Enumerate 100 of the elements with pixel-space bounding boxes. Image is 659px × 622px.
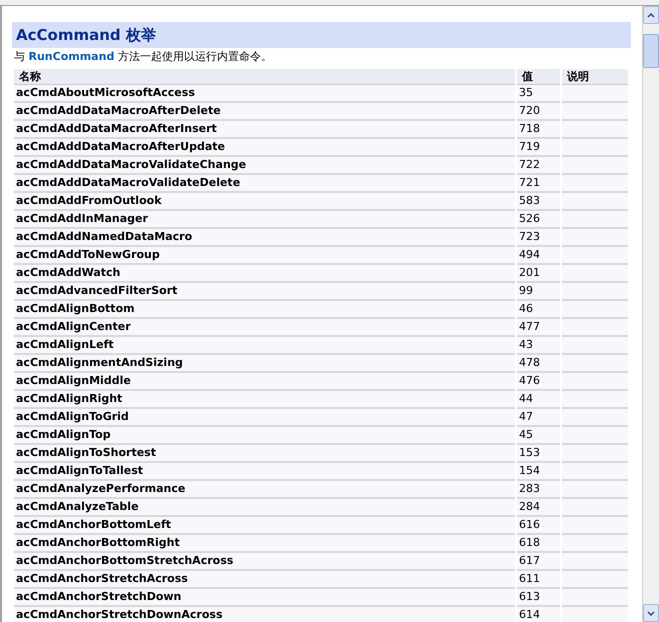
table-cell: 478 bbox=[517, 355, 560, 373]
table-cell: 721 bbox=[517, 175, 560, 193]
table-cell: 526 bbox=[517, 211, 560, 229]
table-cell: acCmdAddWatch bbox=[14, 265, 515, 283]
table-cell bbox=[562, 283, 628, 301]
table-cell: acCmdAnalyzePerformance bbox=[14, 481, 515, 499]
table-cell bbox=[562, 121, 628, 139]
table-cell bbox=[562, 229, 628, 247]
table-cell: acCmdAlignToGrid bbox=[14, 409, 515, 427]
table-cell: 613 bbox=[517, 589, 560, 607]
table-cell: 611 bbox=[517, 571, 560, 589]
table-cell: 46 bbox=[517, 301, 560, 319]
table-cell: acCmdAlignRight bbox=[14, 391, 515, 409]
table-cell: 45 bbox=[517, 427, 560, 445]
table-cell bbox=[562, 481, 628, 499]
table-cell: 616 bbox=[517, 517, 560, 535]
table-cell: acCmdAddDataMacroAfterDelete bbox=[14, 103, 515, 121]
table-cell bbox=[562, 391, 628, 409]
table-cell: acCmdAlignMiddle bbox=[14, 373, 515, 391]
table-cell bbox=[562, 571, 628, 589]
table-cell bbox=[562, 517, 628, 535]
table-cell bbox=[562, 301, 628, 319]
table-cell: 618 bbox=[517, 535, 560, 553]
column-header: 名称 bbox=[14, 69, 515, 85]
table-cell bbox=[562, 589, 628, 607]
table-cell: acCmdAnchorBottomRight bbox=[14, 535, 515, 553]
table-cell: acCmdAddDataMacroAfterUpdate bbox=[14, 139, 515, 157]
table-cell: 153 bbox=[517, 445, 560, 463]
table-cell: acCmdAnchorStretchDown bbox=[14, 589, 515, 607]
table-cell bbox=[562, 427, 628, 445]
runcommand-link[interactable]: RunCommand bbox=[28, 50, 114, 63]
table-cell: 723 bbox=[517, 229, 560, 247]
table-cell bbox=[562, 607, 628, 622]
chevron-up-icon bbox=[647, 12, 655, 18]
table-cell bbox=[562, 157, 628, 175]
table-cell: acCmdAddDataMacroAfterInsert bbox=[14, 121, 515, 139]
table-cell: 719 bbox=[517, 139, 560, 157]
table-cell bbox=[562, 175, 628, 193]
column-header: 值 bbox=[517, 69, 560, 85]
table-cell: 617 bbox=[517, 553, 560, 571]
table-cell: 494 bbox=[517, 247, 560, 265]
table-cell bbox=[562, 373, 628, 391]
table-cell bbox=[562, 355, 628, 373]
table-cell bbox=[562, 265, 628, 283]
table-cell: 43 bbox=[517, 337, 560, 355]
table-cell: 44 bbox=[517, 391, 560, 409]
table-cell bbox=[562, 553, 628, 571]
table-cell: acCmdAddNamedDataMacro bbox=[14, 229, 515, 247]
table-cell: acCmdAlignToTallest bbox=[14, 463, 515, 481]
table-cell: acCmdAddDataMacroValidateDelete bbox=[14, 175, 515, 193]
table-cell bbox=[562, 409, 628, 427]
table-cell: 720 bbox=[517, 103, 560, 121]
intro-text: 与 RunCommand 方法一起使用以运行内置命令。 bbox=[14, 49, 273, 64]
table-cell bbox=[562, 319, 628, 337]
table-cell bbox=[562, 247, 628, 265]
table-cell: 583 bbox=[517, 193, 560, 211]
table-cell: acCmdAlignTop bbox=[14, 427, 515, 445]
scroll-down-button[interactable] bbox=[643, 604, 659, 622]
table-cell: 154 bbox=[517, 463, 560, 481]
table-cell: 477 bbox=[517, 319, 560, 337]
table-cell: 201 bbox=[517, 265, 560, 283]
table-cell: 99 bbox=[517, 283, 560, 301]
table-cell: acCmdAlignLeft bbox=[14, 337, 515, 355]
table-cell bbox=[562, 211, 628, 229]
table-cell: 614 bbox=[517, 607, 560, 622]
table-cell: acCmdAnchorStretchDownAcross bbox=[14, 607, 515, 622]
table-cell: acCmdAlignToShortest bbox=[14, 445, 515, 463]
table-cell: 476 bbox=[517, 373, 560, 391]
table-cell bbox=[562, 103, 628, 121]
scroll-up-button[interactable] bbox=[643, 6, 659, 24]
table-cell: acCmdAnchorBottomStretchAcross bbox=[14, 553, 515, 571]
scroll-thumb[interactable] bbox=[643, 34, 659, 68]
table-cell: acCmdAboutMicrosoftAccess bbox=[14, 85, 515, 103]
table-cell: acCmdAddFromOutlook bbox=[14, 193, 515, 211]
table-cell bbox=[562, 535, 628, 553]
table-cell: 284 bbox=[517, 499, 560, 517]
scrollbar[interactable] bbox=[642, 6, 659, 622]
table-cell: 283 bbox=[517, 481, 560, 499]
table-cell: acCmdAddDataMacroValidateChange bbox=[14, 157, 515, 175]
table-cell bbox=[562, 85, 628, 103]
table-cell bbox=[562, 193, 628, 211]
table-cell: acCmdAlignBottom bbox=[14, 301, 515, 319]
table-cell: 722 bbox=[517, 157, 560, 175]
table-cell: 718 bbox=[517, 121, 560, 139]
table-cell bbox=[562, 445, 628, 463]
column-header: 说明 bbox=[562, 69, 628, 85]
table-cell: acCmdAlignCenter bbox=[14, 319, 515, 337]
table-cell: acCmdAnalyzeTable bbox=[14, 499, 515, 517]
table-cell bbox=[562, 139, 628, 157]
table-cell: 47 bbox=[517, 409, 560, 427]
table-cell bbox=[562, 463, 628, 481]
table-cell bbox=[562, 499, 628, 517]
table-cell: acCmdAddInManager bbox=[14, 211, 515, 229]
table-cell: acCmdAlignmentAndSizing bbox=[14, 355, 515, 373]
table-cell: acCmdAddToNewGroup bbox=[14, 247, 515, 265]
table-cell bbox=[562, 337, 628, 355]
table-cell: 35 bbox=[517, 85, 560, 103]
chevron-down-icon bbox=[647, 610, 655, 616]
table-cell: acCmdAnchorStretchAcross bbox=[14, 571, 515, 589]
table-cell: acCmdAdvancedFilterSort bbox=[14, 283, 515, 301]
